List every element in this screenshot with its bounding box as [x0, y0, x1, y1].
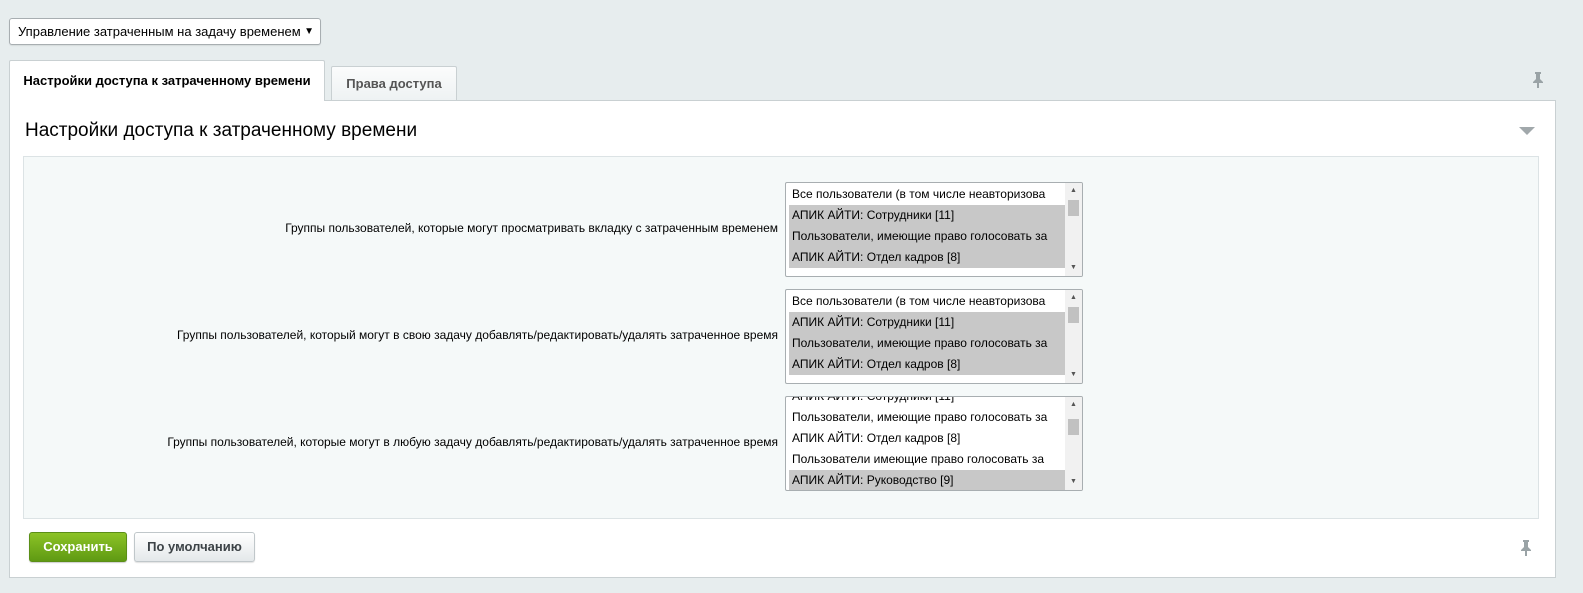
tab-time-access-settings[interactable]: Настройки доступа к затраченному времени: [9, 60, 325, 101]
caret-down-icon: ▼: [304, 26, 314, 37]
list-option[interactable]: Пользователи имеющие право голосовать за: [789, 449, 1065, 470]
save-button[interactable]: Сохранить: [29, 532, 127, 562]
scroll-thumb[interactable]: [1068, 419, 1079, 435]
row-label-any-task-edit: Группы пользователей, которые могут в лю…: [167, 435, 778, 449]
default-button[interactable]: По умолчанию: [134, 532, 255, 562]
list-option[interactable]: АПИК АЙТИ: Сотрудники [11]: [789, 205, 1065, 226]
list-option[interactable]: АПИК АЙТИ: Сотрудники [11]: [789, 312, 1065, 333]
pin-icon[interactable]: [1532, 72, 1544, 91]
list-option[interactable]: Все пользователи (в том числе неавторизо…: [789, 184, 1065, 205]
collapse-triangle-icon[interactable]: [1519, 127, 1535, 135]
list-option[interactable]: АПИК АЙТИ: Руководство [9]: [789, 470, 1065, 490]
scroll-up-icon[interactable]: ▲: [1065, 291, 1082, 305]
multiselect-own-task-edit[interactable]: Все пользователи (в том числе неавторизо…: [785, 289, 1083, 384]
scroll-up-icon[interactable]: ▲: [1065, 398, 1082, 412]
list-option[interactable]: АПИК АЙТИ: Отдел кадров [8]: [789, 247, 1065, 268]
list-option[interactable]: Пользователи, имеющие право голосовать з…: [789, 226, 1065, 247]
panel-title: Настройки доступа к затраченному времени: [25, 120, 418, 141]
pin-icon[interactable]: [1520, 540, 1532, 559]
multiselect-view-tab[interactable]: Все пользователи (в том числе неавторизо…: [785, 182, 1083, 277]
list-option[interactable]: АПИК АЙТИ: Отдел кадров [8]: [789, 354, 1065, 375]
list-option[interactable]: Пользователи, имеющие право голосовать з…: [789, 407, 1065, 428]
settings-panel: Настройки доступа к затраченному времени…: [9, 100, 1556, 578]
list-option[interactable]: Все пользователи (в том числе неавторизо…: [789, 291, 1065, 312]
list-option[interactable]: Пользователи, имеющие право голосовать з…: [789, 333, 1065, 354]
row-label-own-task-edit: Группы пользователей, который могут в св…: [176, 328, 778, 342]
scrollbar[interactable]: ▲ ▼: [1065, 397, 1082, 490]
scroll-thumb[interactable]: [1068, 200, 1079, 216]
scrollbar[interactable]: ▲ ▼: [1065, 290, 1082, 383]
tab-access-rights[interactable]: Права доступа: [331, 66, 457, 100]
scrollbar[interactable]: ▲ ▼: [1065, 183, 1082, 276]
scroll-up-icon[interactable]: ▲: [1065, 184, 1082, 198]
module-select-value: Управление затраченным на задачу времене…: [18, 24, 301, 39]
scroll-down-icon[interactable]: ▼: [1065, 261, 1082, 275]
scroll-down-icon[interactable]: ▼: [1065, 475, 1082, 489]
list-option[interactable]: АПИК АЙТИ: Сотрудники [11]: [789, 397, 1065, 407]
row-label-view-tab: Группы пользователей, которые могут прос…: [285, 221, 778, 235]
scroll-down-icon[interactable]: ▼: [1065, 368, 1082, 382]
module-select[interactable]: Управление затраченным на задачу времене…: [9, 18, 321, 45]
multiselect-any-task-edit[interactable]: АПИК АЙТИ: Сотрудники [11] Пользователи,…: [785, 396, 1083, 491]
scroll-thumb[interactable]: [1068, 307, 1079, 323]
settings-form: Группы пользователей, которые могут прос…: [23, 156, 1539, 519]
list-option[interactable]: АПИК АЙТИ: Отдел кадров [8]: [789, 428, 1065, 449]
